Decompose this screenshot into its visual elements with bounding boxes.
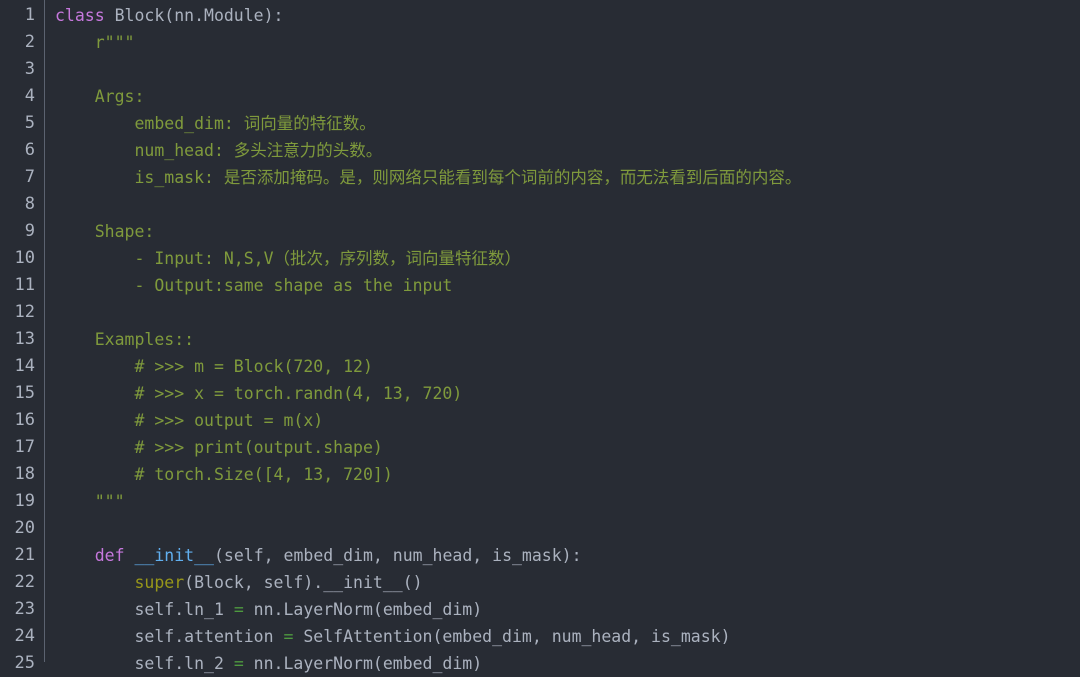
code-line[interactable]: [55, 191, 1080, 218]
code-line[interactable]: - Output:same shape as the input: [55, 272, 1080, 299]
code-line[interactable]: def __init__(self, embed_dim, num_head, …: [55, 542, 1080, 569]
code-token: self.attention: [55, 627, 284, 646]
code-token: =: [233, 654, 244, 673]
code-line[interactable]: class Block(nn.Module):: [55, 2, 1080, 29]
code-token: nn.LayerNorm(embed_dim): [243, 600, 483, 619]
code-token: # >>> output = m(x): [55, 411, 324, 430]
code-token: =: [283, 627, 294, 646]
line-number[interactable]: 8: [0, 191, 44, 218]
line-number[interactable]: 21: [0, 542, 44, 569]
code-line[interactable]: [55, 515, 1080, 542]
code-token: (Block, self).__init__(): [184, 573, 423, 592]
code-token: SelfAttention(embed_dim, num_head, is_ma…: [293, 627, 731, 646]
line-number[interactable]: 19: [0, 488, 44, 515]
code-line[interactable]: self.ln_2 = nn.LayerNorm(embed_dim): [55, 650, 1080, 677]
code-token: Block(nn.Module):: [104, 6, 284, 25]
code-token: num_head: 多头注意力的头数。: [55, 141, 383, 160]
code-content-area[interactable]: class Block(nn.Module): r""" Args: embed…: [45, 0, 1080, 677]
line-number[interactable]: 1: [0, 2, 44, 29]
code-token: super: [134, 573, 185, 592]
code-line[interactable]: Args:: [55, 83, 1080, 110]
code-token: def: [94, 546, 125, 565]
code-token: # >>> print(output.shape): [55, 438, 383, 457]
line-number[interactable]: 24: [0, 623, 44, 650]
code-token: self.ln_1: [55, 600, 234, 619]
line-number[interactable]: 12: [0, 299, 44, 326]
code-token: is_mask: 是否添加掩码。是，则网络只能看到每个词前的内容，而无法看到后面…: [55, 168, 802, 187]
code-line[interactable]: r""": [55, 29, 1080, 56]
code-line[interactable]: embed_dim: 词向量的特征数。: [55, 110, 1080, 137]
code-token: - Input: N,S,V（批次，序列数，词向量特征数）: [55, 249, 522, 268]
line-number[interactable]: 6: [0, 137, 44, 164]
code-token: __init__: [134, 546, 214, 565]
code-token: class: [55, 6, 105, 25]
line-number[interactable]: 17: [0, 434, 44, 461]
line-number[interactable]: 9: [0, 218, 44, 245]
code-editor[interactable]: 1 2 3 4 5 6 7 8 9 10 11 12 13 14 15 16 17 18 19 20 21 22 23 24 2…: [0, 0, 1080, 677]
code-line[interactable]: # >>> print(output.shape): [55, 434, 1080, 461]
code-token: """: [55, 492, 125, 511]
code-token: self.ln_2: [55, 654, 234, 673]
code-line[interactable]: [55, 56, 1080, 83]
code-token: r""": [55, 33, 135, 52]
code-line[interactable]: self.ln_1 = nn.LayerNorm(embed_dim): [55, 596, 1080, 623]
line-number[interactable]: 25: [0, 650, 44, 677]
line-number[interactable]: 20: [0, 515, 44, 542]
code-token: Examples::: [55, 330, 195, 349]
code-token: # torch.Size([4, 13, 720]): [55, 465, 393, 484]
line-number[interactable]: 10: [0, 245, 44, 272]
line-number-gutter[interactable]: 1 2 3 4 5 6 7 8 9 10 11 12 13 14 15 16 17 18 19 20 21 22 23 24 2…: [0, 0, 44, 677]
line-number[interactable]: 3: [0, 56, 44, 83]
code-token: (self, embed_dim, num_head, is_mask):: [213, 546, 582, 565]
line-number[interactable]: 7: [0, 164, 44, 191]
code-token: - Output:same shape as the input: [55, 276, 453, 295]
code-token: =: [233, 600, 244, 619]
code-token: embed_dim: 词向量的特征数。: [55, 114, 376, 133]
code-line[interactable]: [55, 299, 1080, 326]
code-line[interactable]: # >>> m = Block(720, 12): [55, 353, 1080, 380]
code-line[interactable]: self.attention = SelfAttention(embed_dim…: [55, 623, 1080, 650]
line-number[interactable]: 16: [0, 407, 44, 434]
line-number[interactable]: 2: [0, 29, 44, 56]
code-line[interactable]: - Input: N,S,V（批次，序列数，词向量特征数）: [55, 245, 1080, 272]
code-line[interactable]: Shape:: [55, 218, 1080, 245]
code-token: # >>> x = torch.randn(4, 13, 720): [55, 384, 463, 403]
line-number[interactable]: 18: [0, 461, 44, 488]
code-token: Shape:: [55, 222, 155, 241]
code-token: Args:: [55, 87, 145, 106]
code-token: # >>> m = Block(720, 12): [55, 357, 373, 376]
line-number[interactable]: 22: [0, 569, 44, 596]
line-number[interactable]: 15: [0, 380, 44, 407]
code-line[interactable]: super(Block, self).__init__(): [55, 569, 1080, 596]
code-line[interactable]: Examples::: [55, 326, 1080, 353]
code-line[interactable]: # torch.Size([4, 13, 720]): [55, 461, 1080, 488]
code-line[interactable]: num_head: 多头注意力的头数。: [55, 137, 1080, 164]
code-line[interactable]: # >>> x = torch.randn(4, 13, 720): [55, 380, 1080, 407]
line-number[interactable]: 11: [0, 272, 44, 299]
line-number[interactable]: 23: [0, 596, 44, 623]
line-number[interactable]: 5: [0, 110, 44, 137]
code-line[interactable]: # >>> output = m(x): [55, 407, 1080, 434]
code-line[interactable]: """: [55, 488, 1080, 515]
line-number[interactable]: 13: [0, 326, 44, 353]
line-number[interactable]: 14: [0, 353, 44, 380]
code-line[interactable]: is_mask: 是否添加掩码。是，则网络只能看到每个词前的内容，而无法看到后面…: [55, 164, 1080, 191]
code-token: nn.LayerNorm(embed_dim): [243, 654, 483, 673]
line-number[interactable]: 4: [0, 83, 44, 110]
